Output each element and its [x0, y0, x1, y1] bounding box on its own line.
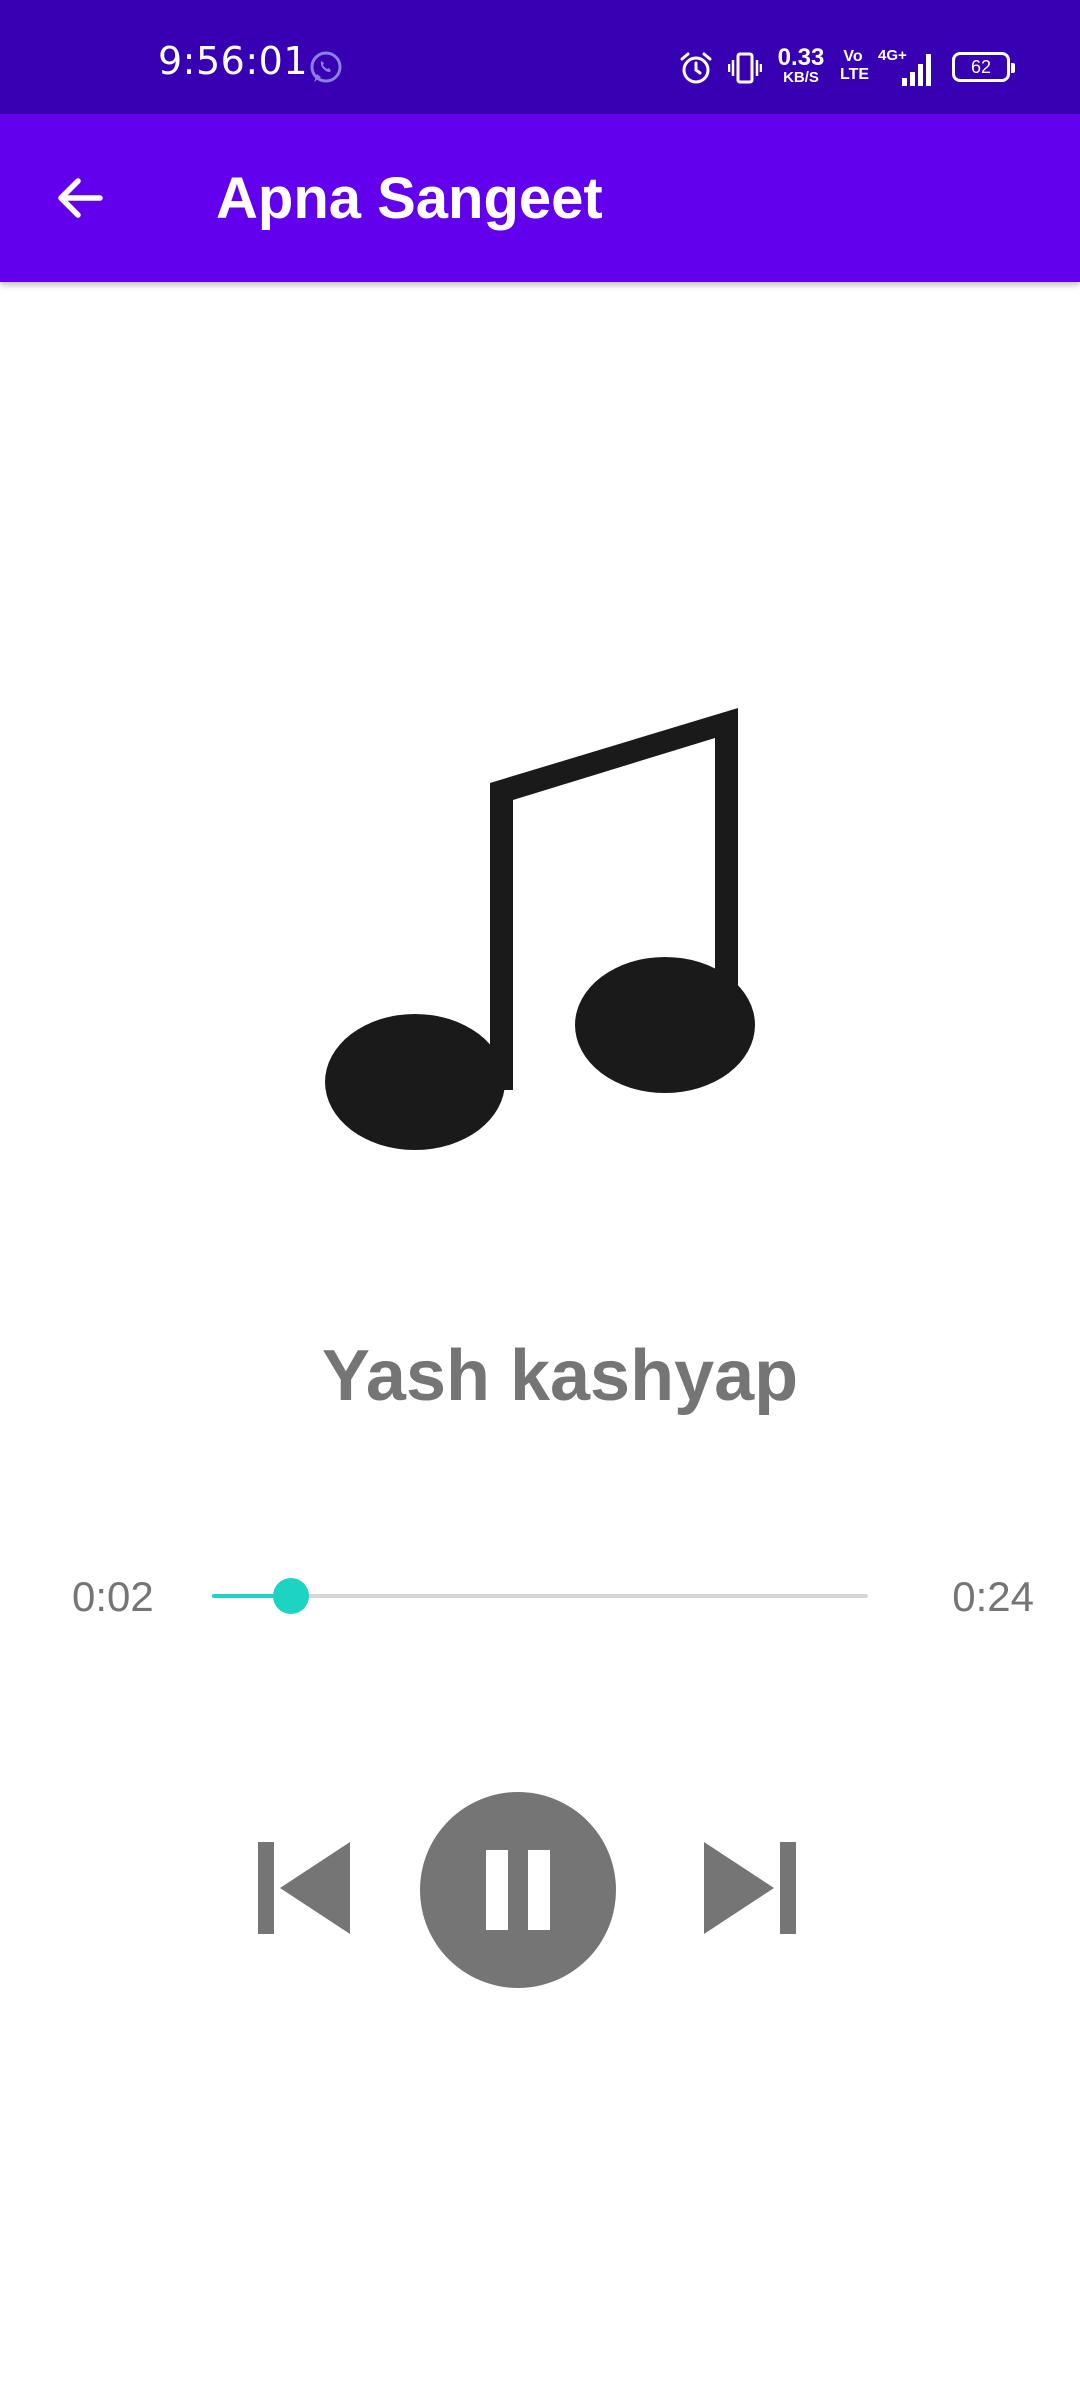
- volte-indicator: Vo LTE: [840, 48, 870, 88]
- song-title: Yash kashyap: [321, 1336, 799, 1416]
- seek-track: [212, 1594, 868, 1598]
- app-title: Apna Sangeet: [216, 166, 603, 231]
- arrow-back-icon: [58, 178, 103, 218]
- next-button[interactable]: [698, 1836, 802, 1940]
- whatsapp-icon: [308, 50, 344, 86]
- total-duration: 0:24: [952, 1573, 1034, 1620]
- pause-icon: [486, 1850, 550, 1930]
- volte-bottom: LTE: [840, 66, 870, 83]
- signal-icon: 4G+: [878, 48, 938, 88]
- previous-button[interactable]: [252, 1836, 356, 1940]
- back-button[interactable]: [40, 158, 120, 238]
- seek-thumb[interactable]: [272, 1578, 309, 1614]
- data-speed-value: 0.33: [777, 44, 825, 71]
- elapsed-time: 0:02: [72, 1573, 154, 1620]
- seek-bar[interactable]: [212, 1576, 868, 1616]
- album-art: [310, 690, 780, 1160]
- play-pause-button[interactable]: [420, 1792, 616, 1988]
- music-note-icon: [325, 708, 755, 1150]
- alarm-icon: [678, 50, 714, 86]
- status-time: 9:56:01: [158, 39, 308, 83]
- data-speed-indicator: 0.33 KB/S: [774, 46, 828, 90]
- battery-icon: 62: [952, 52, 1015, 82]
- data-speed-unit: KB/S: [783, 69, 819, 86]
- skip-previous-icon: [258, 1842, 350, 1934]
- volte-top: Vo: [843, 48, 863, 65]
- status-bar: 9:56:01 0.33 KB/S Vo LTE 4G+ 62: [0, 0, 1080, 114]
- skip-next-icon: [704, 1842, 796, 1934]
- app-bar: Apna Sangeet: [0, 114, 1080, 282]
- vibrate-icon: [727, 50, 763, 86]
